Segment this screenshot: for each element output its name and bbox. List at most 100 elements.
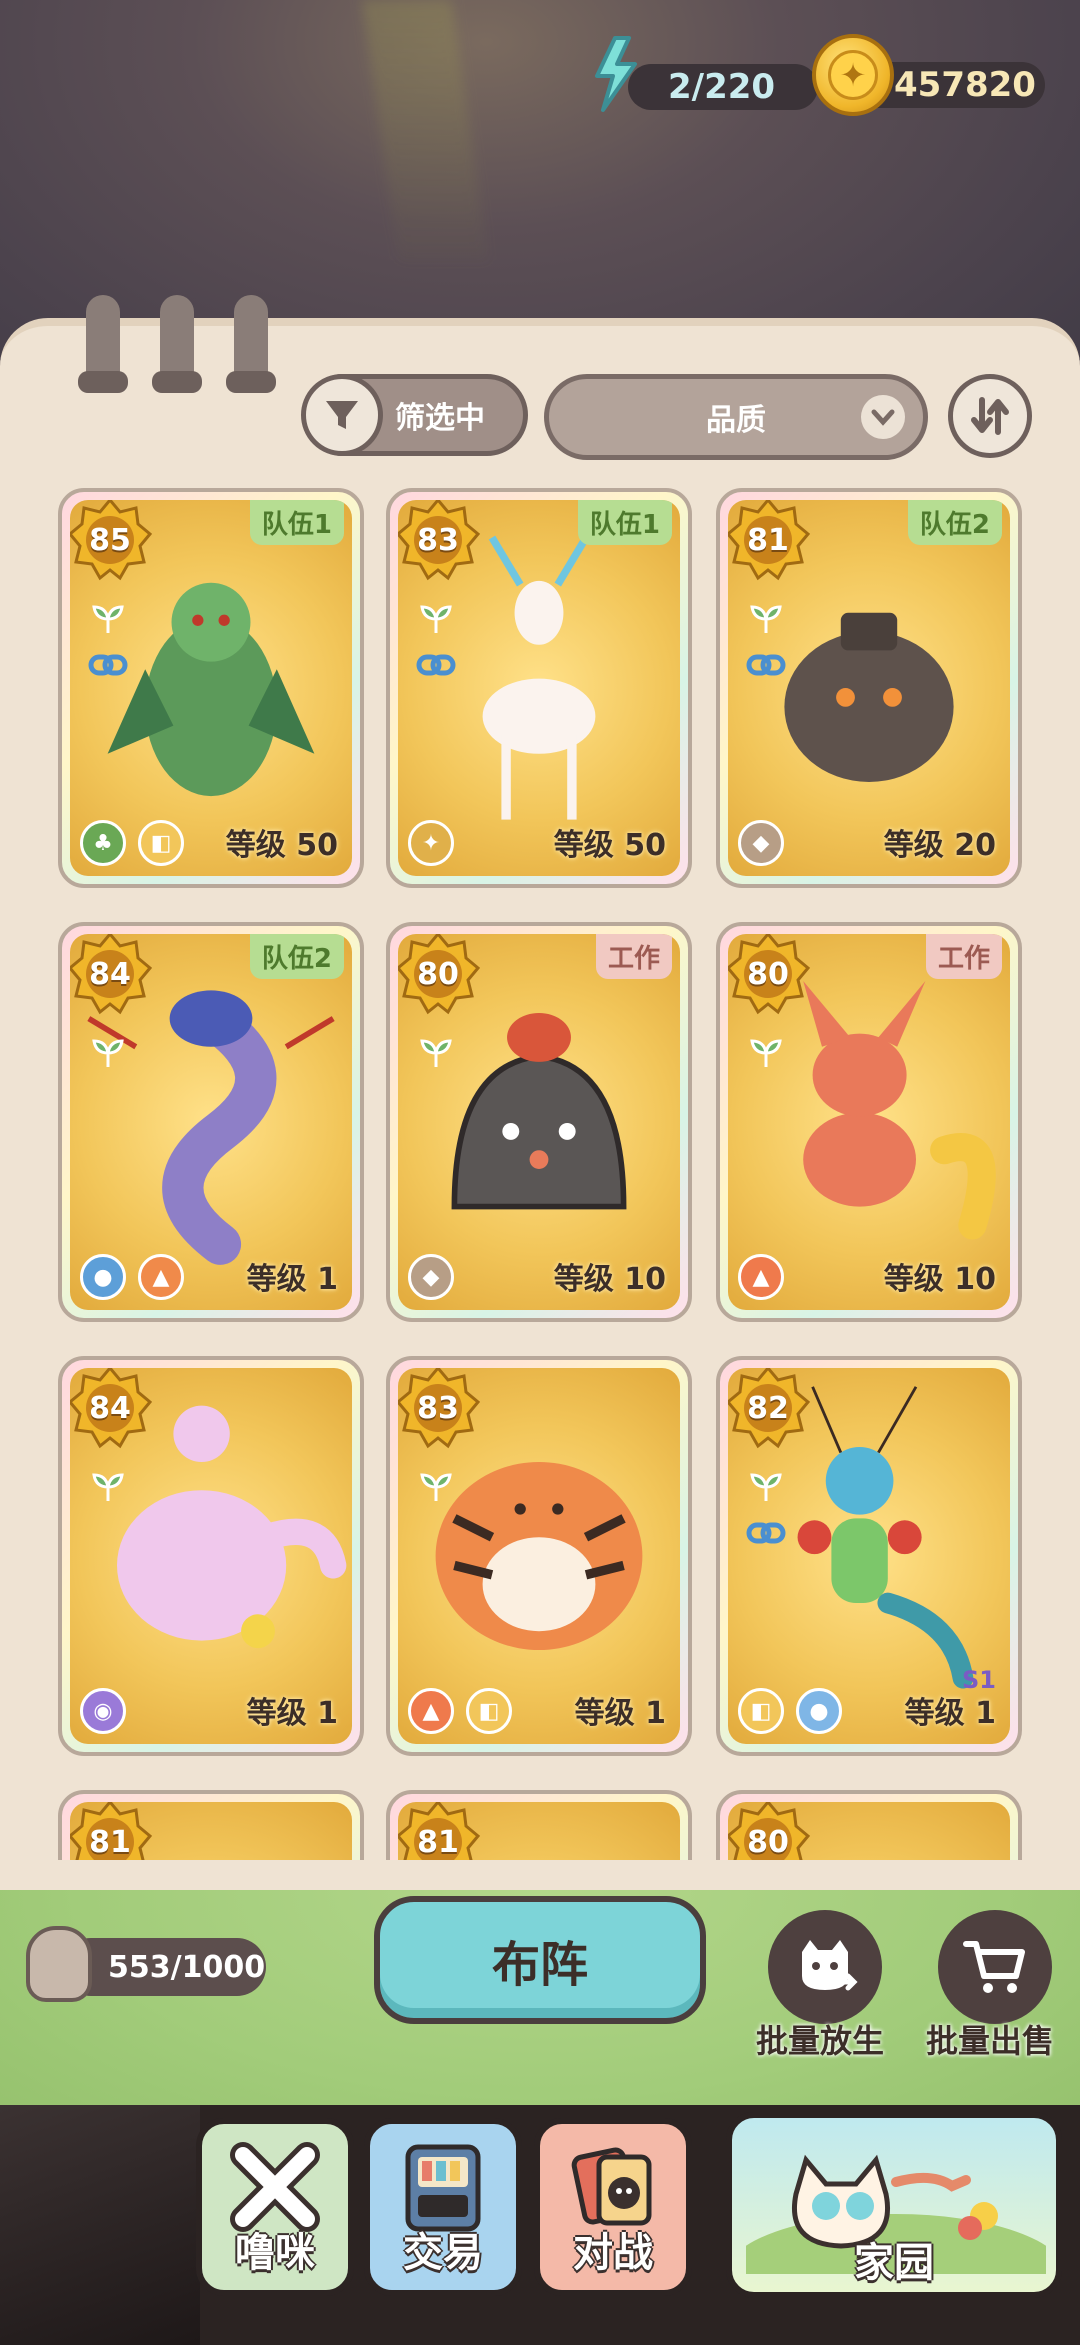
power-badge: 80 [728,934,810,1016]
nav-battle-button[interactable]: 对战 [534,2118,692,2296]
card-level: 等级 10 [883,1262,996,1297]
cat-count-value: 553/1000 [108,1949,266,1985]
power-badge: 84 [70,934,152,1016]
element-icons: ▲ ◧ [408,1688,512,1734]
card-level: 等级 1 [904,1696,996,1731]
card-art-area: 85 队伍1 ♣ ◧ 等级 50 [70,500,352,876]
leaf-icon [414,1034,458,1072]
card-art-area: 82 ◧ ● S1 等级 1 [728,1368,1010,1744]
creature-card[interactable]: 81 队伍2 ◆ 等级 20 [716,488,1022,888]
card-level: 等级 50 [225,828,338,863]
power-badge: 80 [398,934,480,1016]
trait-icons [414,600,458,684]
leaf-icon [744,1034,788,1072]
element-type-icon: ◧ [138,820,184,866]
deploy-button[interactable]: 布阵 [374,1896,706,2024]
batch-sell-button[interactable] [938,1910,1052,2024]
batch-release-button[interactable] [768,1910,882,2024]
element-type-icon: ◧ [738,1688,784,1734]
coin-value: 457820 [894,65,1036,105]
creature-card[interactable]: 81 [386,1790,692,1860]
element-icons: ✦ [408,820,454,866]
creature-card[interactable]: 81 [58,1790,364,1860]
deploy-label: 布阵 [491,1937,588,1993]
leaf-icon [744,600,788,638]
creature-card[interactable]: 82 ◧ ● S1 等级 1 [716,1356,1022,1756]
element-icons: ♣ ◧ [80,820,184,866]
element-type-icon: ● [80,1254,126,1300]
filter-label: 筛选中 [395,401,485,436]
element-type-icon: ♣ [80,820,126,866]
trait-icons [414,1034,458,1072]
card-status-tag: 工作 [925,934,1002,979]
power-badge: 81 [728,500,810,582]
creature-card[interactable]: 84 队伍2 ● ▲ 等级 1 [58,922,364,1322]
creature-card[interactable]: 83 队伍1 ✦ 等级 50 [386,488,692,888]
card-level: 等级 1 [246,1262,338,1297]
trait-icons [86,1034,130,1072]
leaf-icon [744,1468,788,1506]
quality-dropdown[interactable]: 品质 [544,374,928,460]
creature-card[interactable]: 80 工作 ◆ 等级 10 [386,922,692,1322]
creature-card[interactable]: 80 [716,1790,1022,1860]
card-level: 等级 10 [553,1262,666,1297]
nav-close-label: 噜咪 [235,2230,315,2276]
card-art-area: 81 队伍2 ◆ 等级 20 [728,500,1010,876]
element-type-icon: ▲ [408,1688,454,1734]
element-icons: ● ▲ [80,1254,184,1300]
card-level: 等级 1 [574,1696,666,1731]
creature-card[interactable]: 85 队伍1 ♣ ◧ 等级 50 [58,488,364,888]
power-value: 80 [417,956,459,992]
leaf-icon [86,600,130,638]
cat-avatar-icon [26,1926,92,2002]
binder-ring [226,295,276,393]
power-badge: 84 [70,1368,152,1450]
element-type-icon: ▲ [138,1254,184,1300]
power-value: 81 [89,1824,131,1860]
element-type-icon: ▲ [738,1254,784,1300]
shopping-cart-icon [963,1941,1025,1993]
element-type-icon: ◧ [466,1688,512,1734]
coin-icon: ✦ [812,34,894,116]
element-type-icon: ◆ [738,820,784,866]
link-icon [86,646,130,684]
trait-icons [744,1034,788,1072]
creature-card[interactable]: 84 ◉ 等级 1 [58,1356,364,1756]
link-icon [744,1514,788,1552]
nav-home-label: 家园 [854,2240,934,2286]
power-value: 85 [89,522,131,558]
sort-arrows-icon [971,397,1009,435]
card-status-tag: 队伍1 [249,500,344,545]
sort-button[interactable] [948,374,1032,458]
link-icon [414,646,458,684]
card-art-area: 84 队伍2 ● ▲ 等级 1 [70,934,352,1310]
power-value: 82 [747,1390,789,1426]
nav-trade-button[interactable]: 交易 [364,2118,522,2296]
card-art-area: 84 ◉ 等级 1 [70,1368,352,1744]
element-type-icon: ◆ [408,1254,454,1300]
trait-icons [414,1468,458,1506]
chevron-down-icon [861,395,905,439]
power-value: 80 [747,956,789,992]
filter-funnel-icon [301,374,383,456]
element-icons: ◉ [80,1688,126,1734]
power-badge: 82 [728,1368,810,1450]
creature-card[interactable]: 80 工作 ▲ 等级 10 [716,922,1022,1322]
binder-ring [152,295,202,393]
element-icons: ▲ [738,1254,784,1300]
filter-button[interactable]: 筛选中 [301,374,528,456]
leaf-icon [414,1468,458,1506]
link-icon [744,646,788,684]
nav-home-button[interactable]: 家园 [726,2112,1062,2298]
element-type-icon: ✦ [408,820,454,866]
nav-trade-label: 交易 [403,2230,483,2276]
power-value: 84 [89,956,131,992]
nav-close-button[interactable]: 噜咪 [196,2118,354,2296]
power-badge: 81 [398,1802,480,1860]
creature-grid: 85 队伍1 ♣ ◧ 等级 50 83 队伍1 ✦ 等级 50 81 队伍2 ◆ 等级 20 84 队伍2 ●… [0,480,1080,1860]
card-art-area: 81 [70,1802,352,1860]
element-type-icon: ◉ [80,1688,126,1734]
cat-count-pill: 553/1000 [62,1938,266,1996]
creature-card[interactable]: 83 ▲ ◧ 等级 1 [386,1356,692,1756]
element-icons: ◆ [408,1254,454,1300]
